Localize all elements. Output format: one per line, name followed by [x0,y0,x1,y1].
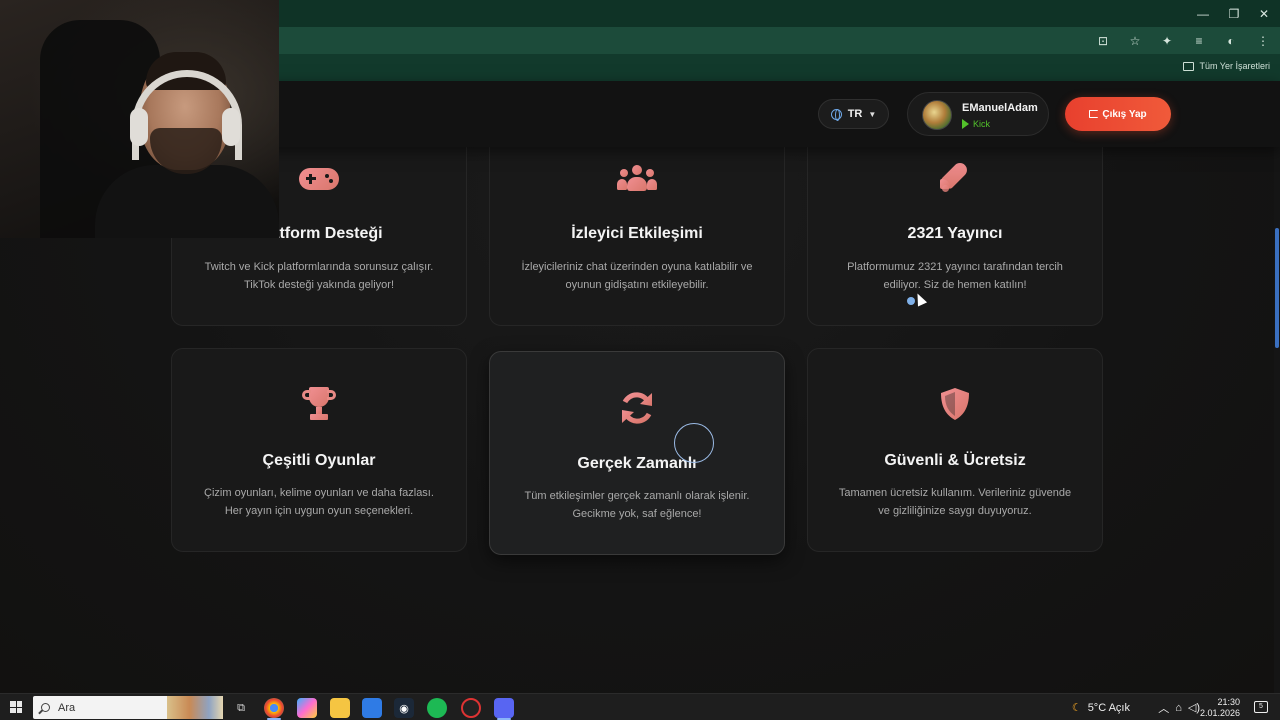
feature-card-secure: Güvenli & Ücretsiz Tamamen ücretsiz kull… [807,348,1103,552]
gamepad-icon [299,168,339,190]
feature-description: Platformumuz 2321 yayıncı tarafından ter… [847,261,1063,291]
users-icon [617,165,657,193]
globe-icon [830,108,842,121]
clock-time: 21:30 [1217,697,1240,707]
logout-icon [1089,110,1099,118]
obs-app-icon[interactable] [461,698,481,718]
language-selector[interactable]: TR ▼ [818,99,889,129]
scrollbar-thumb[interactable] [1275,228,1279,348]
language-code: TR [847,108,863,120]
chrome-app-icon[interactable] [264,698,284,718]
extensions-icon[interactable]: ✦ [1158,32,1176,50]
logout-label: Çıkış Yap [1102,108,1147,120]
minimize-button[interactable]: — [1186,0,1220,27]
system-tray[interactable]: ︿ ⌂ ◁) [1158,694,1200,720]
feature-title: İzleyici Etkileşimi [571,225,703,242]
platform-name: Kick [973,119,991,129]
feature-title: Çeşitli Oyunlar [262,452,376,469]
avatar [922,100,952,130]
install-app-icon[interactable]: ⊡ [1094,32,1112,50]
volume-icon[interactable]: ◁) [1188,701,1200,714]
trophy-icon [301,387,337,421]
search-placeholder: Ara [58,701,76,714]
feature-card-viewer: İzleyici Etkileşimi İzleyicileriniz chat… [489,130,785,326]
all-bookmarks-label: Tüm Yer İşaretleri [1199,61,1270,71]
folder-icon [1183,61,1195,71]
play-icon [962,119,969,129]
feature-description: Twitch ve Kick platformlarında sorunsuz … [204,261,434,291]
maximize-button[interactable]: ❐ [1217,0,1251,27]
sync-icon [618,389,656,427]
platform-badge: Kick [962,119,990,129]
taskbar-search[interactable]: Ara [33,696,223,719]
feature-title: Gerçek Zamanlı [577,455,697,472]
click-ripple-icon [674,423,714,463]
close-button[interactable]: ✕ [1247,0,1280,27]
chevron-down-icon: ▼ [868,109,877,119]
store-app-icon[interactable] [362,698,382,718]
windows-taskbar: Ara ⧉ ◉ ☾ 5°C Açık ︿ ⌂ ◁) 21:30 2.01.202… [0,693,1280,720]
task-view-icon[interactable]: ⧉ [231,698,251,718]
tray-overflow-icon[interactable]: ︿ [1158,700,1169,716]
spotify-app-icon[interactable] [427,698,447,718]
user-profile-card[interactable]: EManuelAdam Kick [907,92,1049,136]
discord-app-icon[interactable] [494,698,514,718]
taskbar-clock[interactable]: 21:30 2.01.2026 [1200,697,1240,719]
username: EManuelAdam [962,102,1038,114]
feature-card-games: Çeşitli Oyunlar Çizim oyunları, kelime o… [171,348,467,552]
logout-button[interactable]: Çıkış Yap [1065,97,1171,131]
search-highlight-image [167,696,223,719]
file-explorer-icon[interactable] [330,698,350,718]
notification-icon[interactable]: 5 [1254,701,1268,713]
feature-title: Güvenli & Ücretsiz [884,452,1026,469]
all-bookmarks-button[interactable]: Tüm Yer İşaretleri [1183,61,1270,71]
feature-card-streamers: 2321 Yayıncı Platformumuz 2321 yayıncı t… [807,130,1103,326]
steam-app-icon[interactable]: ◉ [394,698,414,718]
feature-description: Tüm etkileşimler gerçek zamanlı olarak i… [524,490,750,520]
browser-menu-icon[interactable]: ⋮ [1254,32,1272,50]
feature-description: İzleyicileriniz chat üzerinden oyuna kat… [521,261,753,291]
search-icon [41,703,50,712]
media-control-icon[interactable]: ≡ [1190,32,1208,50]
network-icon[interactable]: ⌂ [1175,702,1182,714]
feature-description: Çizim oyunları, kelime oyunları ve daha … [204,487,434,517]
feature-description: Tamamen ücretsiz kullanım. Verileriniz g… [838,487,1072,517]
feature-title: 2321 Yayıncı [907,225,1003,242]
profile-avatar-icon[interactable]: ◐ [1222,32,1240,50]
clock-date: 2.01.2026 [1199,708,1240,718]
rocket-icon [938,160,972,195]
webcam-overlay [0,0,279,238]
weather-widget[interactable]: ☾ 5°C Açık [1072,694,1130,720]
feature-card-realtime: Gerçek Zamanlı Tüm etkileşimler gerçek z… [489,351,785,555]
bookmark-star-icon[interactable]: ☆ [1126,32,1144,50]
copilot-app-icon[interactable] [297,698,317,718]
weather-text: 5°C Açık [1087,701,1130,714]
weather-moon-icon: ☾ [1071,702,1082,714]
start-button[interactable] [10,701,22,713]
shield-icon [940,387,970,421]
